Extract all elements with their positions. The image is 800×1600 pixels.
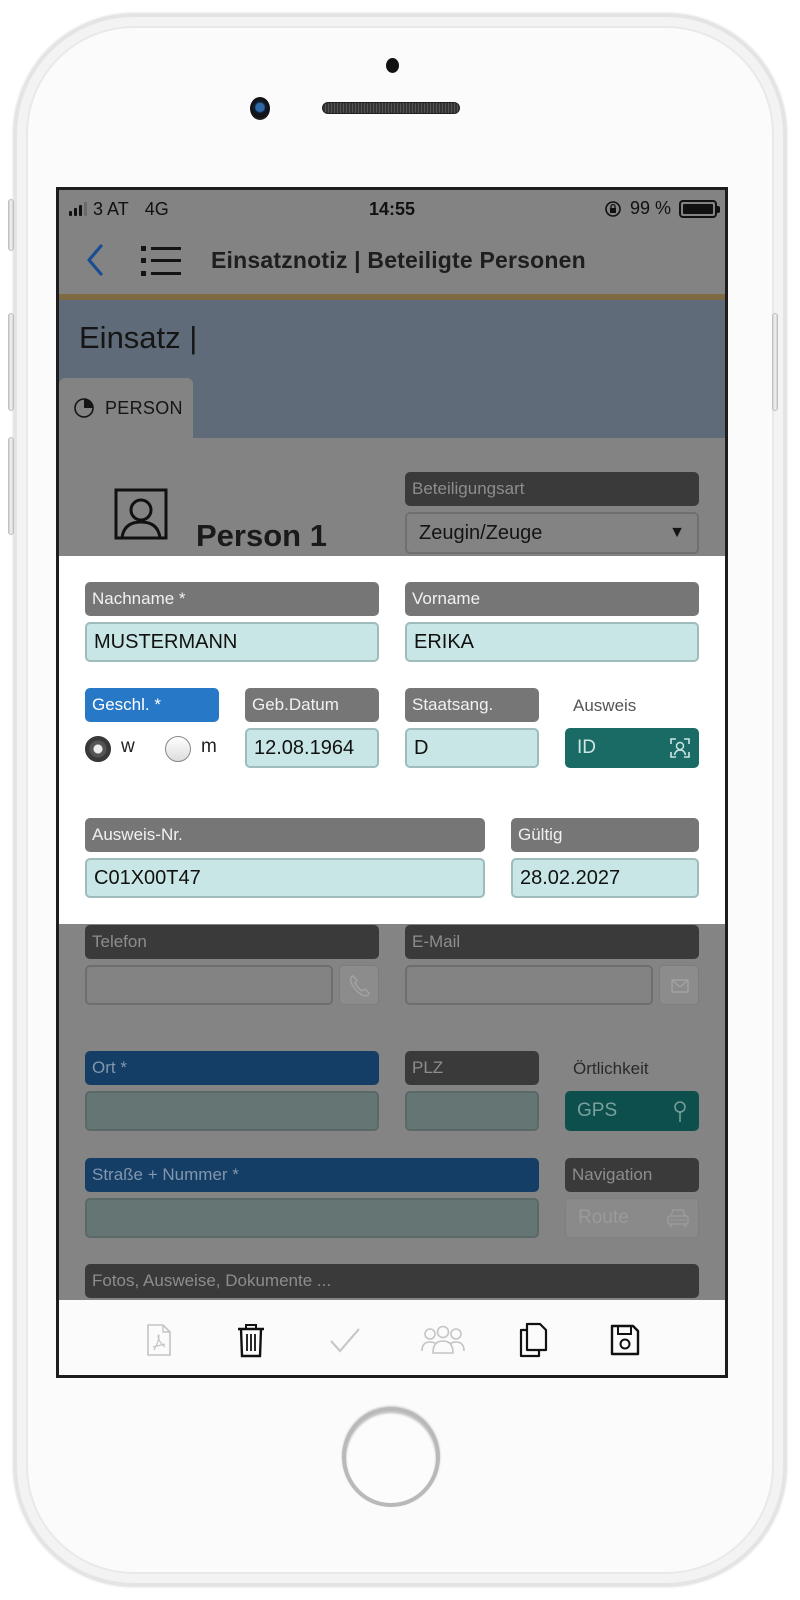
dropdown-triangle-icon: ▼ (669, 524, 685, 541)
plz-field[interactable] (405, 1091, 539, 1131)
pdf-file-icon (147, 1324, 171, 1356)
phone-icon (349, 975, 370, 997)
participation-type-label: Beteiligungsart (405, 472, 699, 506)
call-button[interactable] (339, 965, 379, 1005)
volume-up-button (8, 313, 14, 411)
trash-icon (238, 1324, 264, 1358)
mute-switch (8, 199, 14, 251)
person-portrait-icon (114, 488, 168, 540)
strasse-label: Straße + Nummer * (85, 1158, 539, 1192)
telefon-field[interactable] (85, 965, 333, 1005)
tab-person-label: PERSON (105, 397, 183, 418)
pie-chart-icon (74, 398, 94, 418)
staatsangehoerigkeit-field[interactable]: D (405, 728, 539, 768)
telefon-label: Telefon (85, 925, 379, 959)
front-camera (250, 97, 270, 120)
volume-down-button (8, 437, 14, 535)
plz-label: PLZ (405, 1051, 539, 1085)
gps-button[interactable]: GPS (565, 1091, 699, 1131)
participation-type-value: Zeugin/Zeuge (419, 522, 543, 544)
route-button-label: Route (578, 1207, 629, 1228)
bottom-toolbar (59, 1300, 725, 1375)
tab-person[interactable]: PERSON (59, 378, 193, 438)
power-button (772, 313, 778, 411)
map-pin-icon (674, 1101, 686, 1122)
gender-radio-w-label: w (121, 736, 135, 757)
strasse-field[interactable] (85, 1198, 539, 1238)
participation-type-select[interactable]: Zeugin/Zeuge ▼ (405, 512, 699, 554)
gender-radio-m[interactable] (165, 736, 191, 762)
geschlecht-label: Geschl. * (85, 688, 219, 722)
geburtsdatum-label: Geb.Datum (245, 688, 379, 722)
ausweis-nr-field[interactable]: C01X00T47 (85, 858, 485, 898)
ausweis-nr-label: Ausweis-Nr. (85, 818, 485, 852)
menu-button[interactable] (139, 244, 183, 278)
gueltig-field[interactable]: 28.02.2027 (511, 858, 699, 898)
pdf-button[interactable] (139, 1320, 179, 1360)
ort-field[interactable] (85, 1091, 379, 1131)
confirm-button[interactable] (325, 1320, 365, 1360)
oertlichkeit-label: Örtlichkeit (573, 1059, 649, 1078)
route-button[interactable]: Route (565, 1198, 699, 1238)
copy-icon (519, 1322, 548, 1358)
car-icon (667, 1209, 689, 1227)
page-title: Einsatznotiz | Beteiligte Personen (211, 247, 586, 273)
ort-label: Ort * (85, 1051, 379, 1085)
people-group-icon (421, 1325, 465, 1354)
face-scan-icon (670, 738, 690, 758)
nachname-field[interactable]: MUSTERMANN (85, 622, 379, 662)
save-icon (610, 1324, 640, 1356)
gueltig-label: Gültig (511, 818, 699, 852)
staatsangehoerigkeit-label: Staatsang. (405, 688, 539, 722)
person-title: Person 1 (196, 518, 327, 553)
id-scan-button[interactable]: ID (565, 728, 699, 768)
delete-button[interactable] (231, 1320, 271, 1360)
gender-radio-w[interactable] (85, 736, 111, 762)
geburtsdatum-field[interactable]: 12.08.1964 (245, 728, 379, 768)
navigation-label: Navigation (565, 1158, 699, 1192)
send-email-button[interactable] (659, 965, 699, 1005)
back-button[interactable] (81, 242, 111, 278)
status-bar: 3 AT 4G 14:55 99 % (59, 190, 725, 228)
email-field[interactable] (405, 965, 653, 1005)
gps-button-label: GPS (577, 1100, 618, 1121)
chevron-left-icon (87, 244, 103, 276)
einsatz-title: Einsatz | (79, 320, 198, 355)
ausweis-label: Ausweis (573, 696, 637, 715)
gender-radio-m-label: m (201, 736, 217, 757)
rotation-lock-icon (605, 200, 621, 217)
checkmark-icon (330, 1328, 360, 1353)
nachname-label: Nachname * (85, 582, 379, 616)
vorname-field[interactable]: ERIKA (405, 622, 699, 662)
group-button[interactable] (419, 1320, 467, 1360)
documents-section-header[interactable]: Fotos, Ausweise, Dokumente ... (85, 1264, 699, 1298)
save-button[interactable] (605, 1320, 645, 1360)
home-button[interactable] (342, 1407, 440, 1507)
battery-percent: 99 % (629, 198, 671, 218)
copy-button[interactable] (513, 1320, 553, 1360)
einsatz-header: Einsatz | PERSON (59, 300, 725, 438)
vorname-label: Vorname (405, 582, 699, 616)
mail-icon (671, 979, 689, 993)
earpiece-speaker (322, 102, 460, 114)
email-label: E-Mail (405, 925, 699, 959)
proximity-sensor (386, 58, 399, 73)
app-screen: 3 AT 4G 14:55 99 % Einsatznotiz | Beteil… (56, 187, 728, 1378)
list-menu-icon (141, 246, 181, 276)
navigation-bar: Einsatznotiz | Beteiligte Personen (59, 228, 725, 294)
battery-icon (679, 199, 720, 218)
id-scan-button-label: ID (577, 737, 596, 758)
